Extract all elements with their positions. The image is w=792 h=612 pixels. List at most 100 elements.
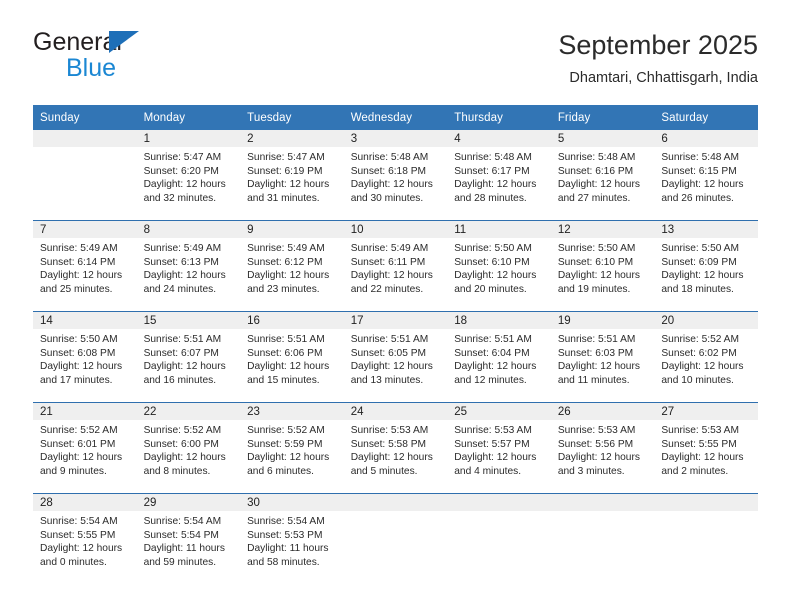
day-detail-line: and 31 minutes. xyxy=(247,192,320,204)
day-details: Sunrise: 5:53 AM Sunset: 5:55 PM Daylight:… xyxy=(654,420,758,478)
day-detail-line: Sunrise: 5:52 AM xyxy=(143,425,222,436)
calendar-day-cell[interactable]: 5 Sunrise: 5:48 AM Sunset: 6:16 PM Daylight… xyxy=(550,130,655,221)
calendar-day-cell[interactable]: 18 Sunrise: 5:51 AM Sunset: 6:04 PM Dayligh… xyxy=(447,311,551,403)
day-details: Sunrise: 5:49 AM Sunset: 6:13 PM Daylight:… xyxy=(137,238,241,296)
calendar-day-cell[interactable]: 26 Sunrise: 5:53 AM Sunset: 5:56 PM Dayligh… xyxy=(550,402,655,494)
day-detail-line: Daylight: 12 hours xyxy=(661,452,744,464)
day-detail-line: and 3 minutes. xyxy=(557,465,625,477)
calendar-day-cell[interactable]: 1 Sunrise: 5:47 AM Sunset: 6:20 PM Daylight… xyxy=(136,130,241,221)
day-number: 21 xyxy=(33,403,137,420)
day-detail-line: Sunset: 6:06 PM xyxy=(247,347,323,359)
day-cell-content xyxy=(550,494,655,584)
day-detail-line: and 15 minutes. xyxy=(247,374,320,386)
day-detail-line: Sunrise: 5:51 AM xyxy=(350,334,429,345)
calendar-day-cell[interactable]: 21 Sunrise: 5:52 AM Sunset: 6:01 PM Dayligh… xyxy=(33,402,137,494)
day-details: Sunrise: 5:49 AM Sunset: 6:14 PM Daylight:… xyxy=(33,238,137,296)
calendar-day-cell[interactable]: 6 Sunrise: 5:48 AM Sunset: 6:15 PM Daylight… xyxy=(654,130,758,221)
day-cell-content: 17 Sunrise: 5:51 AM Sunset: 6:05 PM Dayligh… xyxy=(343,312,448,402)
day-detail-line: and 28 minutes. xyxy=(454,192,527,204)
weekday-header-tuesday: Tuesday xyxy=(240,105,344,130)
day-detail-line: Sunrise: 5:54 AM xyxy=(40,516,118,527)
day-detail-line: Daylight: 11 hours xyxy=(143,543,225,555)
calendar-empty-cell xyxy=(343,493,448,584)
day-details: Sunrise: 5:52 AM Sunset: 6:02 PM Daylight:… xyxy=(654,329,758,387)
day-cell-content: 18 Sunrise: 5:51 AM Sunset: 6:04 PM Dayligh… xyxy=(447,312,551,402)
title-block: September 2025 Dhamtari, Chhattisgarh, I… xyxy=(558,28,758,88)
calendar-day-cell[interactable]: 29 Sunrise: 5:54 AM Sunset: 5:54 PM Dayligh… xyxy=(136,493,241,584)
calendar-day-cell[interactable]: 9 Sunrise: 5:49 AM Sunset: 6:12 PM Daylight… xyxy=(240,220,344,312)
day-detail-line: Sunrise: 5:50 AM xyxy=(557,243,636,254)
day-detail-line: and 18 minutes. xyxy=(661,283,734,295)
calendar-day-cell[interactable]: 16 Sunrise: 5:51 AM Sunset: 6:06 PM Dayligh… xyxy=(240,311,344,403)
calendar-day-cell[interactable]: 13 Sunrise: 5:50 AM Sunset: 6:09 PM Dayligh… xyxy=(654,220,758,312)
day-cell-content: 25 Sunrise: 5:53 AM Sunset: 5:57 PM Dayligh… xyxy=(447,403,551,493)
page-header: General Blue September 2025 Dhamtari, Ch… xyxy=(33,28,758,98)
sunrise-sunset-calendar-table: Sunday Monday Tuesday Wednesday Thursday Frid… xyxy=(33,105,758,584)
calendar-day-cell[interactable]: 10 Sunrise: 5:49 AM Sunset: 6:11 PM Dayligh… xyxy=(343,220,448,312)
weekday-header-thursday: Thursday xyxy=(447,105,551,130)
day-detail-line: Sunrise: 5:51 AM xyxy=(557,334,636,345)
day-details: Sunrise: 5:47 AM Sunset: 6:20 PM Daylight:… xyxy=(137,147,241,205)
day-details: Sunrise: 5:51 AM Sunset: 6:03 PM Daylight:… xyxy=(551,329,655,387)
day-detail-line: Sunrise: 5:48 AM xyxy=(557,152,636,163)
day-number: 30 xyxy=(240,494,344,511)
day-detail-line: Sunrise: 5:51 AM xyxy=(454,334,532,345)
day-number: 18 xyxy=(447,312,551,329)
calendar-day-cell[interactable]: 12 Sunrise: 5:50 AM Sunset: 6:10 PM Dayligh… xyxy=(550,220,655,312)
day-detail-line: Sunset: 6:18 PM xyxy=(350,165,427,177)
calendar-day-cell[interactable]: 11 Sunrise: 5:50 AM Sunset: 6:10 PM Dayligh… xyxy=(447,220,551,312)
day-cell-content: 24 Sunrise: 5:53 AM Sunset: 5:58 PM Dayligh… xyxy=(343,403,448,493)
day-detail-line: Daylight: 12 hours xyxy=(350,179,433,191)
calendar-day-cell[interactable]: 25 Sunrise: 5:53 AM Sunset: 5:57 PM Dayligh… xyxy=(447,402,551,494)
calendar-day-cell[interactable]: 7 Sunrise: 5:49 AM Sunset: 6:14 PM Daylight… xyxy=(33,220,137,312)
calendar-day-cell[interactable]: 19 Sunrise: 5:51 AM Sunset: 6:03 PM Dayligh… xyxy=(550,311,655,403)
day-number: 19 xyxy=(550,312,655,329)
calendar-day-cell[interactable]: 3 Sunrise: 5:48 AM Sunset: 6:18 PM Daylight… xyxy=(343,130,448,221)
calendar-day-cell[interactable]: 14 Sunrise: 5:50 AM Sunset: 6:08 PM Dayligh… xyxy=(33,311,137,403)
day-detail-line: and 20 minutes. xyxy=(454,283,527,295)
day-number: 11 xyxy=(447,221,551,238)
day-detail-line: Sunrise: 5:48 AM xyxy=(661,152,739,163)
calendar-day-cell[interactable]: 27 Sunrise: 5:53 AM Sunset: 5:55 PM Dayligh… xyxy=(654,402,758,494)
day-number: 23 xyxy=(240,403,344,420)
calendar-day-cell[interactable]: 17 Sunrise: 5:51 AM Sunset: 6:05 PM Dayligh… xyxy=(343,311,448,403)
day-details: Sunrise: 5:49 AM Sunset: 6:12 PM Daylight:… xyxy=(240,238,344,296)
day-detail-line: Sunset: 5:58 PM xyxy=(350,438,427,450)
day-details: Sunrise: 5:51 AM Sunset: 6:05 PM Daylight:… xyxy=(344,329,448,387)
day-number: 8 xyxy=(136,221,241,238)
calendar-day-cell[interactable]: 8 Sunrise: 5:49 AM Sunset: 6:13 PM Daylight… xyxy=(136,220,241,312)
calendar-day-cell[interactable]: 2 Sunrise: 5:47 AM Sunset: 6:19 PM Daylight… xyxy=(240,130,344,221)
day-number xyxy=(33,130,137,147)
day-detail-line: Sunrise: 5:47 AM xyxy=(143,152,222,163)
calendar-day-cell[interactable]: 24 Sunrise: 5:53 AM Sunset: 5:58 PM Dayligh… xyxy=(343,402,448,494)
calendar-day-cell[interactable]: 4 Sunrise: 5:48 AM Sunset: 6:17 PM Daylight… xyxy=(447,130,551,221)
day-details xyxy=(344,511,448,515)
calendar-day-cell[interactable]: 20 Sunrise: 5:52 AM Sunset: 6:02 PM Dayligh… xyxy=(654,311,758,403)
day-number: 3 xyxy=(343,130,448,147)
day-detail-line: Daylight: 12 hours xyxy=(350,452,433,464)
calendar-day-cell[interactable]: 28 Sunrise: 5:54 AM Sunset: 5:55 PM Dayligh… xyxy=(33,493,137,584)
day-detail-line: Sunrise: 5:52 AM xyxy=(661,334,739,345)
day-cell-content: 30 Sunrise: 5:54 AM Sunset: 5:53 PM Dayligh… xyxy=(240,494,344,584)
day-number: 27 xyxy=(654,403,758,420)
day-detail-line: and 6 minutes. xyxy=(247,465,314,477)
page-title: September 2025 xyxy=(558,30,758,60)
day-detail-line: Sunset: 6:03 PM xyxy=(557,347,634,359)
calendar-day-cell[interactable]: 30 Sunrise: 5:54 AM Sunset: 5:53 PM Dayligh… xyxy=(240,493,344,584)
day-detail-line: Sunrise: 5:49 AM xyxy=(247,243,325,254)
page-subtitle: Dhamtari, Chhattisgarh, India xyxy=(569,70,758,86)
calendar-day-cell[interactable]: 22 Sunrise: 5:52 AM Sunset: 6:00 PM Dayligh… xyxy=(136,402,241,494)
day-detail-line: Daylight: 12 hours xyxy=(454,361,537,373)
calendar-day-cell[interactable]: 15 Sunrise: 5:51 AM Sunset: 6:07 PM Dayligh… xyxy=(136,311,241,403)
day-details: Sunrise: 5:48 AM Sunset: 6:17 PM Daylight:… xyxy=(447,147,551,205)
calendar-day-cell[interactable]: 23 Sunrise: 5:52 AM Sunset: 5:59 PM Dayligh… xyxy=(240,402,344,494)
day-cell-content: 27 Sunrise: 5:53 AM Sunset: 5:55 PM Dayligh… xyxy=(654,403,758,493)
day-detail-line: Sunset: 6:02 PM xyxy=(661,347,737,359)
day-cell-content: 23 Sunrise: 5:52 AM Sunset: 5:59 PM Dayligh… xyxy=(240,403,344,493)
day-number: 6 xyxy=(654,130,758,147)
day-details: Sunrise: 5:52 AM Sunset: 6:01 PM Daylight:… xyxy=(33,420,137,478)
day-cell-content: 19 Sunrise: 5:51 AM Sunset: 6:03 PM Dayligh… xyxy=(550,312,655,402)
day-detail-line: and 16 minutes. xyxy=(143,374,217,386)
day-detail-line: Sunrise: 5:54 AM xyxy=(247,516,325,527)
day-detail-line: Sunrise: 5:51 AM xyxy=(143,334,222,345)
